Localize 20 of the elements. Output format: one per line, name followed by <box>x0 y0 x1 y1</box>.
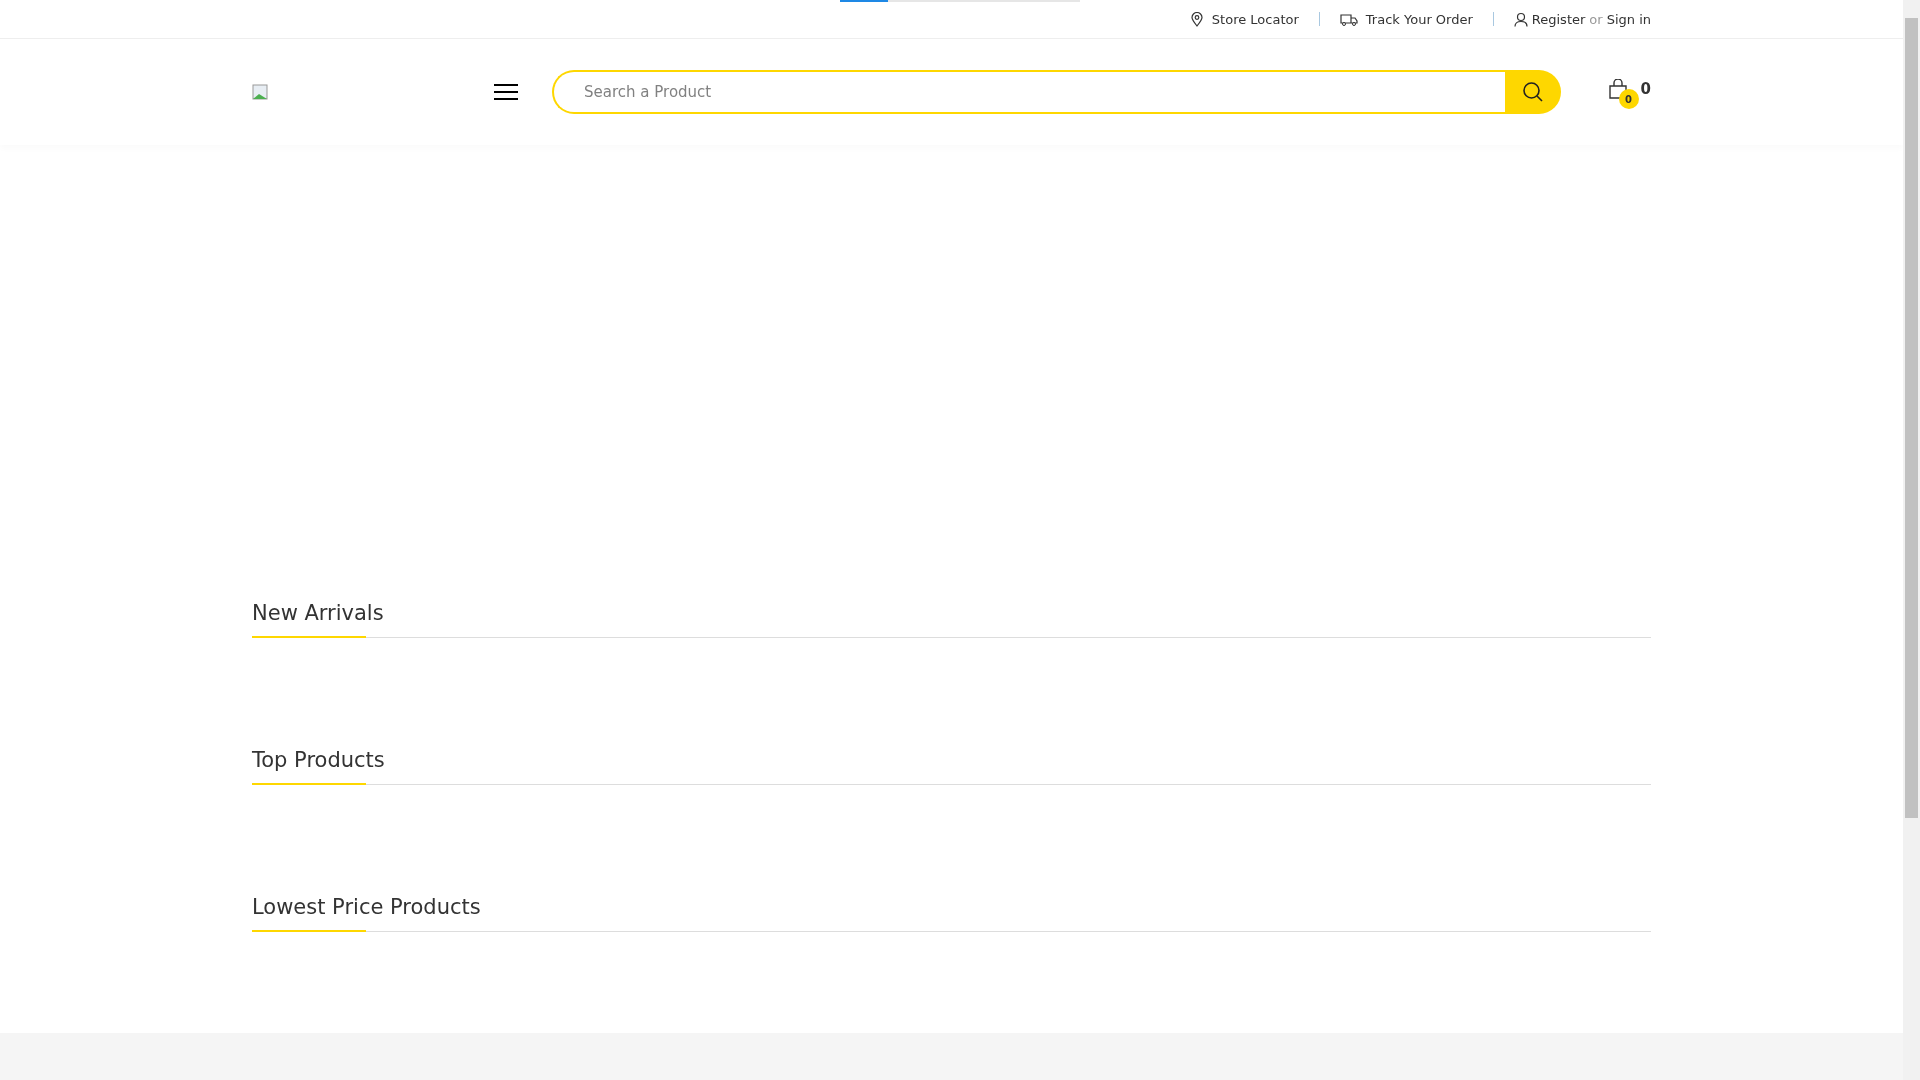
truck-icon <box>1339 12 1358 26</box>
register-link[interactable]: Register <box>1531 11 1586 27</box>
sign-in-link[interactable]: Sign in <box>1606 11 1651 27</box>
shopping-bag-icon <box>1608 79 1627 99</box>
user-icon <box>1513 11 1528 27</box>
store-locator-link[interactable]: Store Locator <box>1211 11 1299 27</box>
broken-image-icon <box>252 84 268 100</box>
cart-button[interactable]: 0 0 <box>1608 73 1651 111</box>
track-order-link[interactable]: Track Your Order <box>1365 11 1473 27</box>
cart-count: 0 <box>1640 80 1651 98</box>
or-text: or <box>1589 11 1603 27</box>
cart-badge: 0 <box>1618 89 1639 109</box>
search-field[interactable]: Search a Product <box>552 70 1505 114</box>
search-icon <box>1521 81 1544 103</box>
section-title: New Arrivals <box>252 601 384 627</box>
section-title: Lowest Price Products <box>252 895 481 921</box>
section-title: Top Products <box>252 748 385 774</box>
menu-icon <box>494 84 518 100</box>
location-pin-icon <box>1189 11 1204 27</box>
search-button[interactable] <box>1504 70 1561 114</box>
